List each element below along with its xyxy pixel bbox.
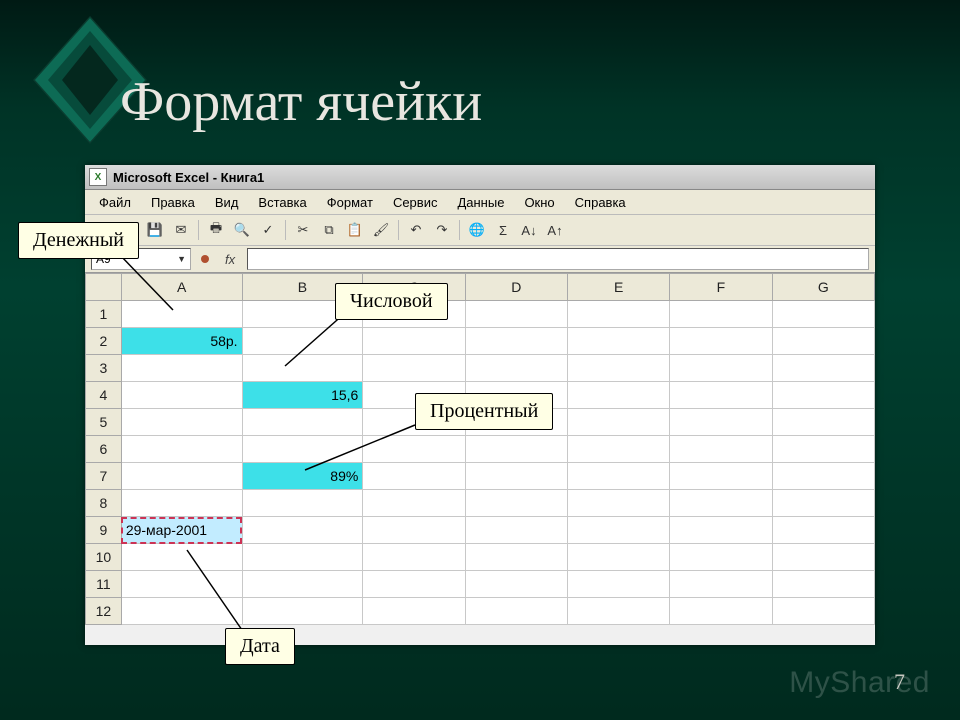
row-header[interactable]: 2 (86, 328, 122, 355)
print-icon[interactable]: 🖶 (204, 218, 228, 242)
formula-bar[interactable] (247, 248, 869, 270)
fx-icon[interactable]: fx (225, 252, 235, 267)
callout-pointer-icon (300, 420, 420, 480)
row-header[interactable]: 12 (86, 598, 122, 625)
formula-bar-row: A9 ▼ fx (85, 246, 875, 273)
menu-service[interactable]: Сервис (385, 193, 446, 212)
cell-A9[interactable]: 29-мар-2001 (121, 517, 242, 544)
callout-percent: Процентный (415, 393, 553, 430)
col-header-E[interactable]: E (567, 274, 669, 301)
callout-pointer-icon (113, 250, 183, 320)
menu-data[interactable]: Данные (449, 193, 512, 212)
format-painter-icon[interactable]: 🖌 (369, 218, 393, 242)
record-macro-icon[interactable] (201, 255, 209, 263)
excel-app-icon: X (89, 168, 107, 186)
menu-insert[interactable]: Вставка (250, 193, 314, 212)
autosum-icon[interactable]: Σ (491, 218, 515, 242)
window-title: Microsoft Excel - Книга1 (113, 170, 264, 185)
menu-file[interactable]: Файл (91, 193, 139, 212)
callout-date: Дата (225, 628, 295, 665)
redo-icon[interactable]: ↷ (430, 218, 454, 242)
callout-money: Денежный (18, 222, 139, 259)
row-header[interactable]: 6 (86, 436, 122, 463)
toolbar-separator (398, 220, 399, 240)
toolbar-separator (285, 220, 286, 240)
toolbar-separator (198, 220, 199, 240)
copy-icon[interactable]: ⧉ (317, 218, 341, 242)
spellcheck-icon[interactable]: ✓ (256, 218, 280, 242)
slide-title: Формат ячейки (120, 70, 482, 134)
menu-format[interactable]: Формат (319, 193, 381, 212)
toolbar: ▫ 📂 💾 ✉ 🖶 🔍 ✓ ✂ ⧉ 📋 🖌 ↶ ↷ 🌐 Σ A↓ A↑ (85, 215, 875, 246)
cell-B4[interactable]: 15,6 (242, 382, 363, 409)
row-header[interactable]: 4 (86, 382, 122, 409)
col-header-F[interactable]: F (670, 274, 772, 301)
row-header[interactable]: 9 (86, 517, 122, 544)
menu-view[interactable]: Вид (207, 193, 247, 212)
sort-asc-icon[interactable]: A↓ (517, 218, 541, 242)
col-header-G[interactable]: G (772, 274, 874, 301)
window-titlebar: X Microsoft Excel - Книга1 (85, 165, 875, 190)
menu-help[interactable]: Справка (567, 193, 634, 212)
cut-icon[interactable]: ✂ (291, 218, 315, 242)
row-header[interactable]: 8 (86, 490, 122, 517)
callout-pointer-icon (182, 545, 262, 635)
menu-window[interactable]: Окно (516, 193, 562, 212)
menu-bar: Файл Правка Вид Вставка Формат Сервис Да… (85, 190, 875, 215)
undo-icon[interactable]: ↶ (404, 218, 428, 242)
row-header[interactable]: 11 (86, 571, 122, 598)
preview-icon[interactable]: 🔍 (230, 218, 254, 242)
toolbar-separator (459, 220, 460, 240)
sort-desc-icon[interactable]: A↑ (543, 218, 567, 242)
row-header[interactable]: 3 (86, 355, 122, 382)
save-icon[interactable]: 💾 (143, 218, 167, 242)
row-header[interactable]: 5 (86, 409, 122, 436)
menu-edit[interactable]: Правка (143, 193, 203, 212)
hyperlink-icon[interactable]: 🌐 (465, 218, 489, 242)
cell-A2[interactable]: 58р. (121, 328, 242, 355)
mail-icon[interactable]: ✉ (169, 218, 193, 242)
col-header-D[interactable]: D (465, 274, 567, 301)
watermark: MyShared (789, 666, 930, 700)
row-header[interactable]: 10 (86, 544, 122, 571)
paste-icon[interactable]: 📋 (343, 218, 367, 242)
row-header[interactable]: 7 (86, 463, 122, 490)
callout-number: Числовой (335, 283, 448, 320)
